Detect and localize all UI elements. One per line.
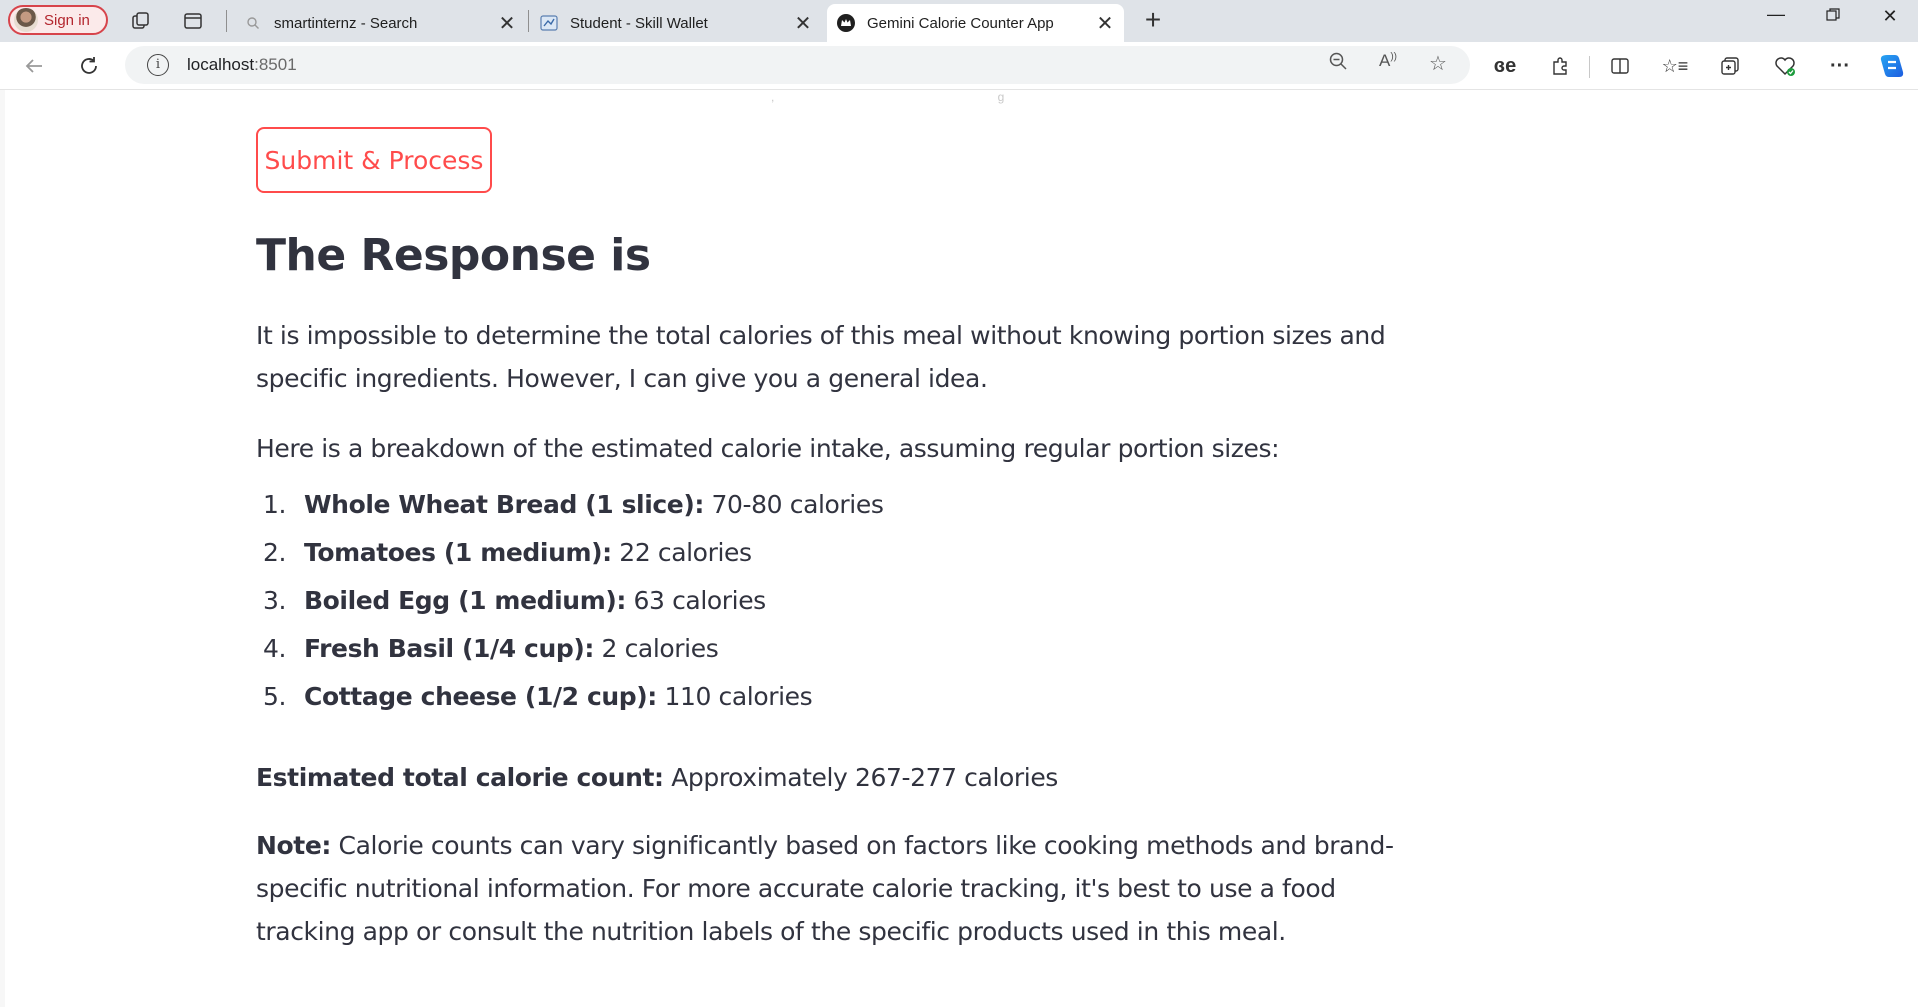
clipped-text-fragment: , g	[771, 90, 1115, 104]
read-aloud-icon[interactable]: A))	[1374, 51, 1402, 71]
page-viewport: , g Submit & Process The Response is It …	[5, 90, 1918, 1007]
total-label: Estimated total calorie count:	[256, 763, 664, 792]
workspaces-icon[interactable]	[128, 8, 154, 34]
extensions-icon[interactable]	[1544, 52, 1576, 80]
list-item: 1. Whole Wheat Bread (1 slice): 70-80 cal…	[263, 490, 884, 519]
address-url: localhost:8501	[187, 55, 297, 75]
browser-essentials-icon[interactable]	[1769, 52, 1801, 80]
refresh-icon[interactable]	[73, 50, 105, 82]
tab-title: Student - Skill Wallet	[570, 14, 708, 32]
note-paragraph: Note: Calorie counts can vary significan…	[256, 824, 1416, 953]
avatar	[14, 8, 38, 32]
tab-search[interactable]: smartinternz - Search ✕	[236, 4, 526, 42]
url-host: localhost	[187, 55, 255, 74]
profile-button[interactable]: Sign in	[8, 5, 108, 35]
more-options-icon[interactable]: ···	[1824, 52, 1856, 80]
tab-divider	[226, 10, 227, 32]
site-info-icon[interactable]: i	[147, 54, 169, 76]
tab-strip: Sign in smartinternz - Search ✕ Student …	[0, 0, 1918, 42]
breakdown-intro: Here is a breakdown of the estimated cal…	[256, 434, 1280, 463]
favorites-list-icon[interactable]: ☆≡	[1659, 52, 1691, 80]
vertical-tabs-icon[interactable]	[180, 8, 206, 34]
back-arrow-icon[interactable]	[18, 50, 50, 82]
profile-label: Sign in	[44, 11, 90, 29]
tab-title: smartinternz - Search	[274, 14, 418, 32]
list-item: 2. Tomatoes (1 medium): 22 calories	[263, 538, 752, 567]
list-item: 4. Fresh Basil (1/4 cup): 2 calories	[263, 634, 719, 663]
address-bar[interactable]: i localhost:8501	[125, 46, 1470, 84]
collections-icon[interactable]	[1714, 52, 1746, 80]
url-port: :8501	[254, 55, 297, 74]
search-icon	[244, 14, 262, 32]
submit-process-button[interactable]: Submit & Process	[256, 127, 492, 193]
list-item: 5. Cottage cheese (1/2 cup): 110 calories	[263, 682, 813, 711]
copilot-glasses-icon[interactable]: ɞe	[1489, 52, 1521, 80]
total-calorie-line: Estimated total calorie count: Approxima…	[256, 756, 1058, 799]
close-icon[interactable]: ✕	[496, 11, 518, 36]
favorite-star-icon[interactable]: ☆	[1424, 51, 1452, 76]
close-icon[interactable]: ✕	[1094, 11, 1116, 36]
new-tab-button[interactable]: +	[1138, 4, 1168, 36]
tab-skill-wallet[interactable]: Student - Skill Wallet ✕	[532, 4, 822, 42]
split-screen-icon[interactable]	[1604, 52, 1636, 80]
zoom-out-icon[interactable]	[1324, 51, 1352, 77]
toolbar-divider	[1589, 56, 1590, 78]
minimize-icon[interactable]: —	[1756, 4, 1796, 25]
copilot-icon[interactable]	[1876, 52, 1908, 80]
response-heading: The Response is	[256, 230, 651, 281]
total-value: Approximately 267-277 calories	[663, 763, 1058, 792]
close-icon[interactable]: ✕	[792, 11, 814, 36]
tab-divider	[528, 10, 529, 32]
note-text: Calorie counts can vary significantly ba…	[256, 831, 1394, 946]
intro-paragraph: It is impossible to determine the total …	[256, 321, 1386, 393]
list-item: 3. Boiled Egg (1 medium): 63 calories	[263, 586, 766, 615]
streamlit-crown-icon	[837, 14, 855, 32]
window-close-icon[interactable]: ✕	[1870, 6, 1910, 27]
tab-title: Gemini Calorie Counter App	[867, 14, 1054, 32]
tab-calorie-app[interactable]: Gemini Calorie Counter App ✕	[827, 4, 1124, 42]
restore-icon[interactable]	[1813, 6, 1853, 27]
skill-wallet-icon	[540, 14, 558, 32]
note-label: Note:	[256, 831, 332, 860]
